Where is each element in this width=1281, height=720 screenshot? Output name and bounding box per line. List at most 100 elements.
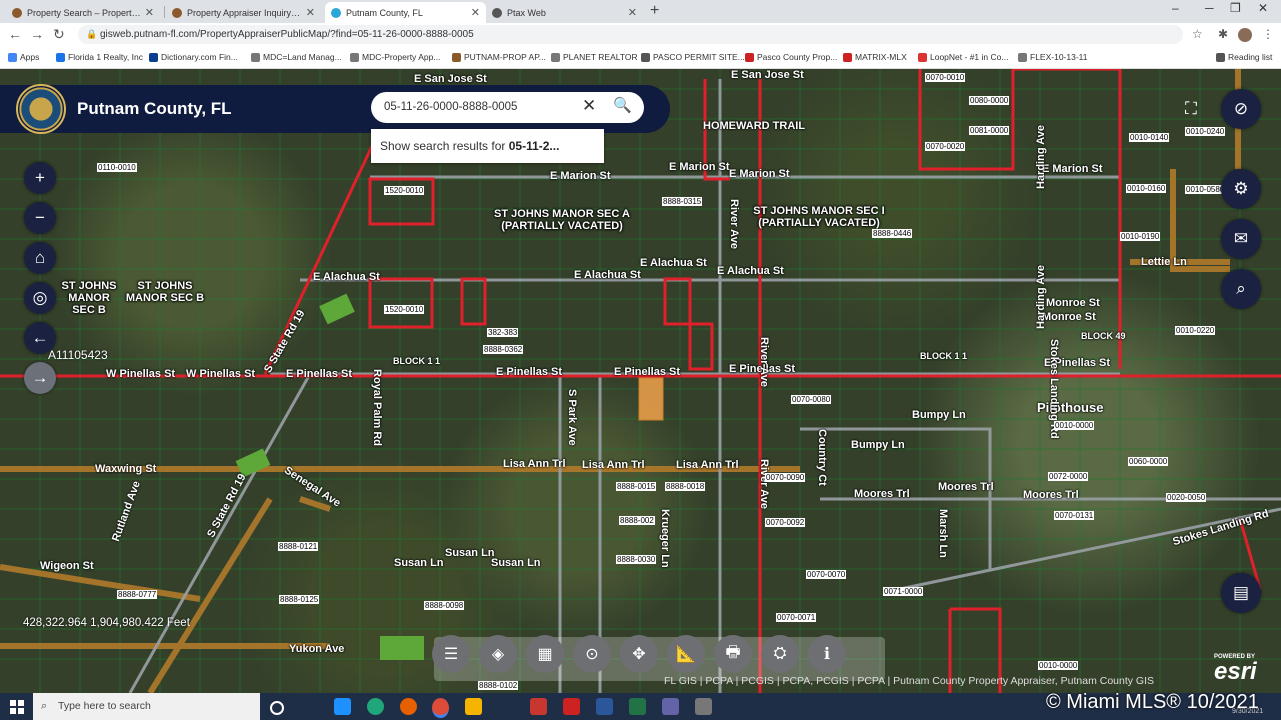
outlook-icon[interactable] (334, 698, 351, 715)
close-window-icon[interactable]: ✕ (1258, 1, 1268, 15)
reload-icon[interactable]: ↻ (53, 26, 65, 43)
bookmark-item[interactable]: PASCO PERMIT SITE... (641, 52, 745, 62)
parcel-id-label[interactable]: 1520-0010 (384, 305, 425, 314)
parcel-id-label[interactable]: 0070-0070 (806, 570, 847, 579)
tab-putnam-county[interactable]: Putnam County, FL ✕ (325, 2, 486, 23)
app-icon[interactable] (530, 698, 547, 715)
back-icon[interactable]: ← (8, 26, 22, 42)
bookmark-item[interactable]: PLANET REALTOR (551, 52, 638, 62)
table-icon[interactable]: ▤ (1221, 573, 1261, 613)
tab-close-icon[interactable]: ✕ (145, 6, 154, 19)
parcel-id-label[interactable]: 382-383 (487, 328, 519, 337)
zoom-out-button[interactable]: − (24, 202, 56, 234)
legend-list-icon[interactable]: ☰ (432, 635, 470, 673)
file-explorer-icon[interactable] (465, 698, 482, 715)
minimize-icon[interactable]: – (1172, 1, 1179, 15)
bookmark-apps[interactable]: Apps (8, 52, 39, 62)
tab-close-icon[interactable]: ✕ (306, 6, 315, 19)
parcel-id-label[interactable]: 0010-0580 (1185, 185, 1226, 194)
edge-icon[interactable] (367, 698, 384, 715)
firefox-icon[interactable] (400, 698, 417, 715)
parcel-id-label[interactable]: 8888-0102 (478, 681, 519, 690)
bookmark-item[interactable]: MDC=Land Manag... (251, 52, 342, 62)
excel-icon[interactable] (629, 698, 646, 715)
parcel-id-label[interactable]: 0020-0050 (1166, 493, 1207, 502)
map-canvas[interactable]: ST JOHNS MANOR SEC A (PARTIALLY VACATED)… (0, 69, 1281, 693)
parcel-id-label[interactable]: 8888-0362 (483, 345, 524, 354)
parcel-id-label[interactable]: 0060-0000 (1128, 457, 1169, 466)
clear-search-icon[interactable]: ✕ (582, 96, 596, 116)
info-icon[interactable]: ℹ (808, 635, 846, 673)
search-suggestion[interactable]: Show search results for 05-11-2... (371, 129, 604, 163)
tab-close-icon[interactable]: ✕ (628, 6, 637, 19)
identify-icon[interactable]: ⊙ (573, 635, 611, 673)
minimize-button[interactable]: ─ (1205, 1, 1214, 15)
share-icon[interactable]: ⛭ (761, 635, 799, 673)
measure-icon[interactable]: 📐 (667, 635, 705, 673)
profile-avatar[interactable] (1238, 28, 1252, 42)
forward-extent-button[interactable]: → (24, 362, 56, 394)
basemap-gallery-icon[interactable]: ▦ (526, 635, 564, 673)
parcel-id-label[interactable]: 0010-0190 (1120, 232, 1161, 241)
parcel-id-label[interactable]: 0010-0000 (1038, 661, 1079, 670)
forward-icon[interactable]: → (30, 26, 44, 42)
parcel-id-label[interactable]: 8888-0315 (662, 197, 703, 206)
tab-ptax-web[interactable]: Ptax Web ✕ (486, 2, 643, 23)
parcel-id-label[interactable]: 0010-0000 (1054, 421, 1095, 430)
task-view-icon[interactable] (270, 701, 284, 715)
address-bar[interactable]: 🔒 gisweb.putnam-fl.com/PropertyAppraiser… (78, 25, 1183, 44)
maximize-icon[interactable]: ❐ (1230, 1, 1241, 15)
parcel-id-label[interactable]: 0070-0080 (791, 395, 832, 404)
bookmark-item[interactable]: Pasco County Prop... (745, 52, 837, 62)
bookmark-item[interactable]: FLEX-10-13-11 (1018, 52, 1087, 62)
parcel-id-label[interactable]: 0081-0000 (969, 126, 1010, 135)
parcel-id-label[interactable]: 8888-0015 (616, 482, 657, 491)
tab-property-search[interactable]: Property Search – Property Appr ✕ (6, 2, 160, 23)
parcel-id-label[interactable]: 1520-0010 (384, 186, 425, 195)
acrobat-icon[interactable] (563, 698, 580, 715)
email-icon[interactable]: ✉ (1221, 219, 1261, 259)
parcel-id-label[interactable]: 8888-0121 (278, 542, 319, 551)
windows-start-icon[interactable] (10, 700, 24, 714)
parcel-id-label[interactable]: 8888-0098 (424, 601, 465, 610)
parcel-id-label[interactable]: 8888-0018 (665, 482, 706, 491)
bookmark-item[interactable]: LoopNet - #1 in Co... (918, 52, 1008, 62)
app-icon[interactable] (695, 698, 712, 715)
print-icon[interactable]: 🖶 (714, 635, 752, 673)
map-link-icon[interactable]: ⚙ (1221, 169, 1261, 209)
taskbar-search-box[interactable]: ⌕ Type here to search (33, 693, 260, 720)
parcel-id-label[interactable]: 0010-0160 (1126, 184, 1167, 193)
parcel-id-label[interactable]: 8888-0030 (616, 555, 657, 564)
bookmark-item[interactable]: Dictionary.com Fin... (149, 52, 238, 62)
parcel-id-label[interactable]: 0072-0000 (1048, 472, 1089, 481)
bookmark-item[interactable]: MDC-Property App... (350, 52, 440, 62)
star-icon[interactable]: ☆ (1192, 27, 1203, 41)
word-icon[interactable] (596, 698, 613, 715)
tab-close-icon[interactable]: ✕ (471, 6, 480, 19)
new-tab-icon[interactable]: + (650, 2, 659, 20)
parcel-id-label[interactable]: 0070-0010 (925, 73, 966, 82)
parcel-id-label[interactable]: 8888-0777 (117, 590, 158, 599)
parcel-id-label[interactable]: 0110-0010 (97, 163, 137, 172)
locate-button[interactable]: ◎ (24, 282, 56, 314)
bookmark-item[interactable]: MATRIX-MLX (843, 52, 907, 62)
hide-layers-icon[interactable]: ⊘ (1221, 89, 1261, 129)
bookmark-item[interactable]: PUTNAM-PROP AP... (452, 52, 546, 62)
parcel-id-label[interactable]: 0071-0000 (883, 587, 924, 596)
parcel-id-label[interactable]: 0070-0090 (765, 473, 806, 482)
tab-property-appraiser-inquiry[interactable]: Property Appraiser Inquiry - Putn ✕ (166, 2, 321, 23)
parcel-id-label[interactable]: 0080-0000 (969, 96, 1010, 105)
parcel-id-label[interactable]: 8888-002 (619, 516, 655, 525)
layers-icon[interactable]: ◈ (479, 635, 517, 673)
parcel-id-label[interactable]: 0010-0220 (1175, 326, 1216, 335)
chrome-icon[interactable] (432, 698, 449, 718)
reading-list[interactable]: Reading list (1216, 52, 1272, 62)
fullscreen-icon[interactable]: ⛶ (1171, 89, 1211, 129)
parcel-id-label[interactable]: 8888-0125 (279, 595, 320, 604)
select-parcels-icon[interactable]: ✥ (620, 635, 658, 673)
teams-icon[interactable] (662, 698, 679, 715)
bookmark-item[interactable]: Florida 1 Realty, Inc (56, 52, 143, 62)
search-icon[interactable]: 🔍 (613, 96, 632, 114)
home-button[interactable]: ⌂ (24, 242, 56, 274)
parcel-id-label[interactable]: 0070-0071 (776, 613, 817, 622)
